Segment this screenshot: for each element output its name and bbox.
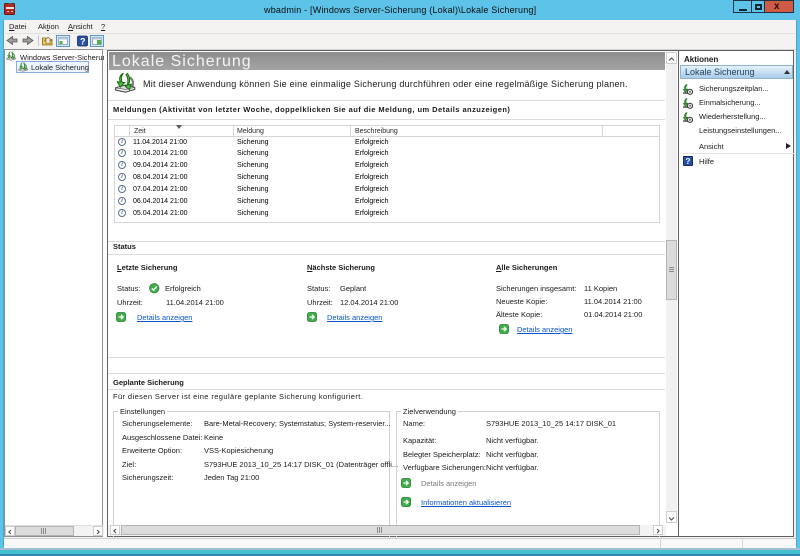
- svg-text:?: ?: [80, 37, 86, 47]
